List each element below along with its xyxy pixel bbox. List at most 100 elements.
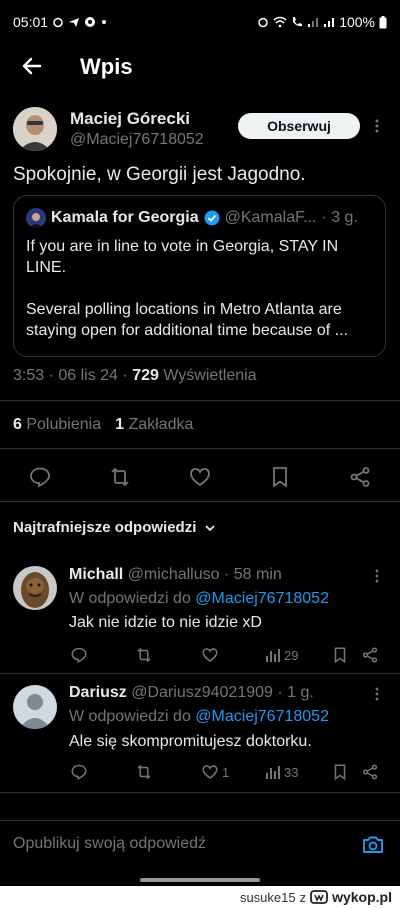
quoted-post[interactable]: Kamala for Georgia @KamalaF... · 3 g. If… bbox=[13, 195, 386, 357]
divider bbox=[0, 448, 400, 449]
reply-button[interactable] bbox=[70, 762, 88, 782]
share-button[interactable] bbox=[346, 463, 374, 491]
more-options-icon[interactable] bbox=[369, 568, 385, 584]
repost-button[interactable] bbox=[135, 645, 153, 665]
share-icon bbox=[362, 647, 378, 663]
quoted-text-line2: Several polling locations in Metro Atlan… bbox=[26, 301, 348, 339]
share-button[interactable] bbox=[361, 762, 379, 782]
bookmarks-stat[interactable]: 1 Zakładka bbox=[115, 416, 193, 434]
reply-author-name[interactable]: Dariusz bbox=[69, 684, 127, 701]
sort-label: Najtrafniejsze odpowiedzi bbox=[13, 519, 197, 536]
verified-badge-icon bbox=[204, 210, 220, 226]
post-stats: 6 Polubienia 1 Zakładka bbox=[13, 416, 193, 434]
home-indicator[interactable] bbox=[140, 878, 260, 882]
watermark-sep: z bbox=[299, 889, 307, 905]
reply-time: · 58 min bbox=[223, 566, 282, 583]
reply-author-name[interactable]: Michall bbox=[69, 566, 123, 583]
author-avatar[interactable] bbox=[13, 107, 57, 151]
share-button[interactable] bbox=[361, 645, 379, 665]
like-count: 1 bbox=[222, 764, 230, 780]
author-name[interactable]: Maciej Górecki bbox=[70, 109, 190, 129]
bookmarks-count: 1 bbox=[115, 416, 124, 433]
quoted-author-name: Kamala for Georgia bbox=[51, 209, 199, 226]
divider bbox=[0, 501, 400, 502]
reply-time: · 1 g. bbox=[277, 684, 314, 701]
signal-icon bbox=[308, 18, 319, 27]
views-button[interactable]: 33 bbox=[265, 762, 298, 782]
bookmark-icon bbox=[334, 764, 346, 781]
heart-icon bbox=[202, 648, 218, 662]
reply-to-prefix: W odpowiedzi do bbox=[69, 590, 191, 607]
quoted-text-line1: If you are in line to vote in Georgia, S… bbox=[26, 238, 339, 276]
divider bbox=[0, 673, 400, 674]
reply-icon bbox=[71, 764, 87, 780]
heart-icon bbox=[190, 468, 210, 487]
bookmarks-label: Zakładka bbox=[128, 416, 194, 433]
telegram-icon bbox=[69, 18, 80, 27]
repost-icon bbox=[137, 764, 151, 780]
status-bar: 05:01 100% bbox=[0, 0, 400, 44]
heart-icon bbox=[202, 765, 218, 779]
reply-to-line: W odpowiedzi do @Maciej76718052 bbox=[69, 590, 329, 608]
alarm-icon bbox=[53, 17, 63, 28]
post-meta: 3:53 · 06 lis 24 · 729 Wyświetlenia bbox=[13, 367, 257, 385]
reply-icon bbox=[30, 467, 51, 488]
views-label: Wyświetlenia bbox=[163, 367, 257, 384]
bookmark-button[interactable] bbox=[331, 645, 349, 665]
views-count: 29 bbox=[284, 647, 299, 663]
camera-icon[interactable] bbox=[361, 833, 385, 857]
repost-button[interactable] bbox=[135, 762, 153, 782]
battery-icon bbox=[379, 15, 387, 28]
post-text: Spokojnie, w Georgii jest Jagodno. bbox=[13, 164, 306, 185]
reply-header: Michall @michalluso · 58 min bbox=[69, 566, 282, 584]
reply-avatar[interactable] bbox=[13, 566, 57, 610]
reply-icon bbox=[71, 647, 87, 663]
repost-icon bbox=[137, 647, 151, 663]
alarm-icon bbox=[258, 17, 268, 28]
back-arrow-icon[interactable] bbox=[20, 54, 44, 78]
reply-avatar[interactable] bbox=[13, 685, 57, 729]
author-handle[interactable]: @Maciej76718052 bbox=[70, 131, 204, 149]
bookmark-button[interactable] bbox=[266, 463, 294, 491]
top-bar: Wpis bbox=[0, 44, 400, 90]
more-options-icon[interactable] bbox=[369, 118, 385, 134]
watermark-user: susuke15 bbox=[239, 889, 296, 905]
football-icon bbox=[85, 17, 96, 27]
likes-label: Polubienia bbox=[26, 416, 102, 433]
reply-to-line: W odpowiedzi do @Maciej76718052 bbox=[69, 708, 329, 726]
like-button[interactable] bbox=[186, 463, 214, 491]
views-count: 33 bbox=[284, 764, 299, 780]
like-button[interactable] bbox=[201, 645, 222, 665]
post-action-bar bbox=[0, 463, 400, 491]
battery-percent: 100% bbox=[339, 14, 375, 30]
likes-count: 6 bbox=[13, 416, 22, 433]
bookmark-icon bbox=[273, 467, 287, 488]
likes-stat[interactable]: 6 Polubienia bbox=[13, 416, 101, 434]
reply-to-mention[interactable]: @Maciej76718052 bbox=[195, 590, 329, 607]
reply-button[interactable] bbox=[70, 645, 88, 665]
reply-action-bar: 1 33 bbox=[0, 762, 400, 782]
divider bbox=[0, 400, 400, 401]
bookmark-icon bbox=[334, 647, 346, 664]
follow-button[interactable]: Obserwuj bbox=[238, 113, 360, 139]
more-options-icon[interactable] bbox=[369, 686, 385, 702]
views-button[interactable]: 29 bbox=[265, 645, 298, 665]
reply-header: Dariusz @Dariusz94021909 · 1 g. bbox=[69, 684, 314, 702]
like-button[interactable]: 1 bbox=[201, 762, 229, 782]
views-chart-icon bbox=[266, 766, 280, 779]
share-icon bbox=[350, 467, 370, 487]
reply-button[interactable] bbox=[26, 463, 54, 491]
repost-button[interactable] bbox=[106, 463, 134, 491]
reply-author-handle[interactable]: @michalluso bbox=[128, 566, 220, 583]
reply-input[interactable] bbox=[13, 835, 333, 853]
bookmark-button[interactable] bbox=[331, 762, 349, 782]
reply-text: Ale się skompromitujesz doktorku. bbox=[69, 733, 312, 750]
divider bbox=[0, 792, 400, 793]
chevron-down-icon bbox=[205, 524, 216, 531]
reply-action-bar: 29 bbox=[0, 645, 400, 665]
reply-to-mention[interactable]: @Maciej76718052 bbox=[195, 708, 329, 725]
wykop-logo-icon bbox=[310, 890, 328, 904]
replies-sort-dropdown[interactable]: Najtrafniejsze odpowiedzi bbox=[13, 519, 216, 536]
reply-text: Jak nie idzie to nie idzie xD bbox=[69, 614, 262, 631]
reply-author-handle[interactable]: @Dariusz94021909 bbox=[131, 684, 273, 701]
